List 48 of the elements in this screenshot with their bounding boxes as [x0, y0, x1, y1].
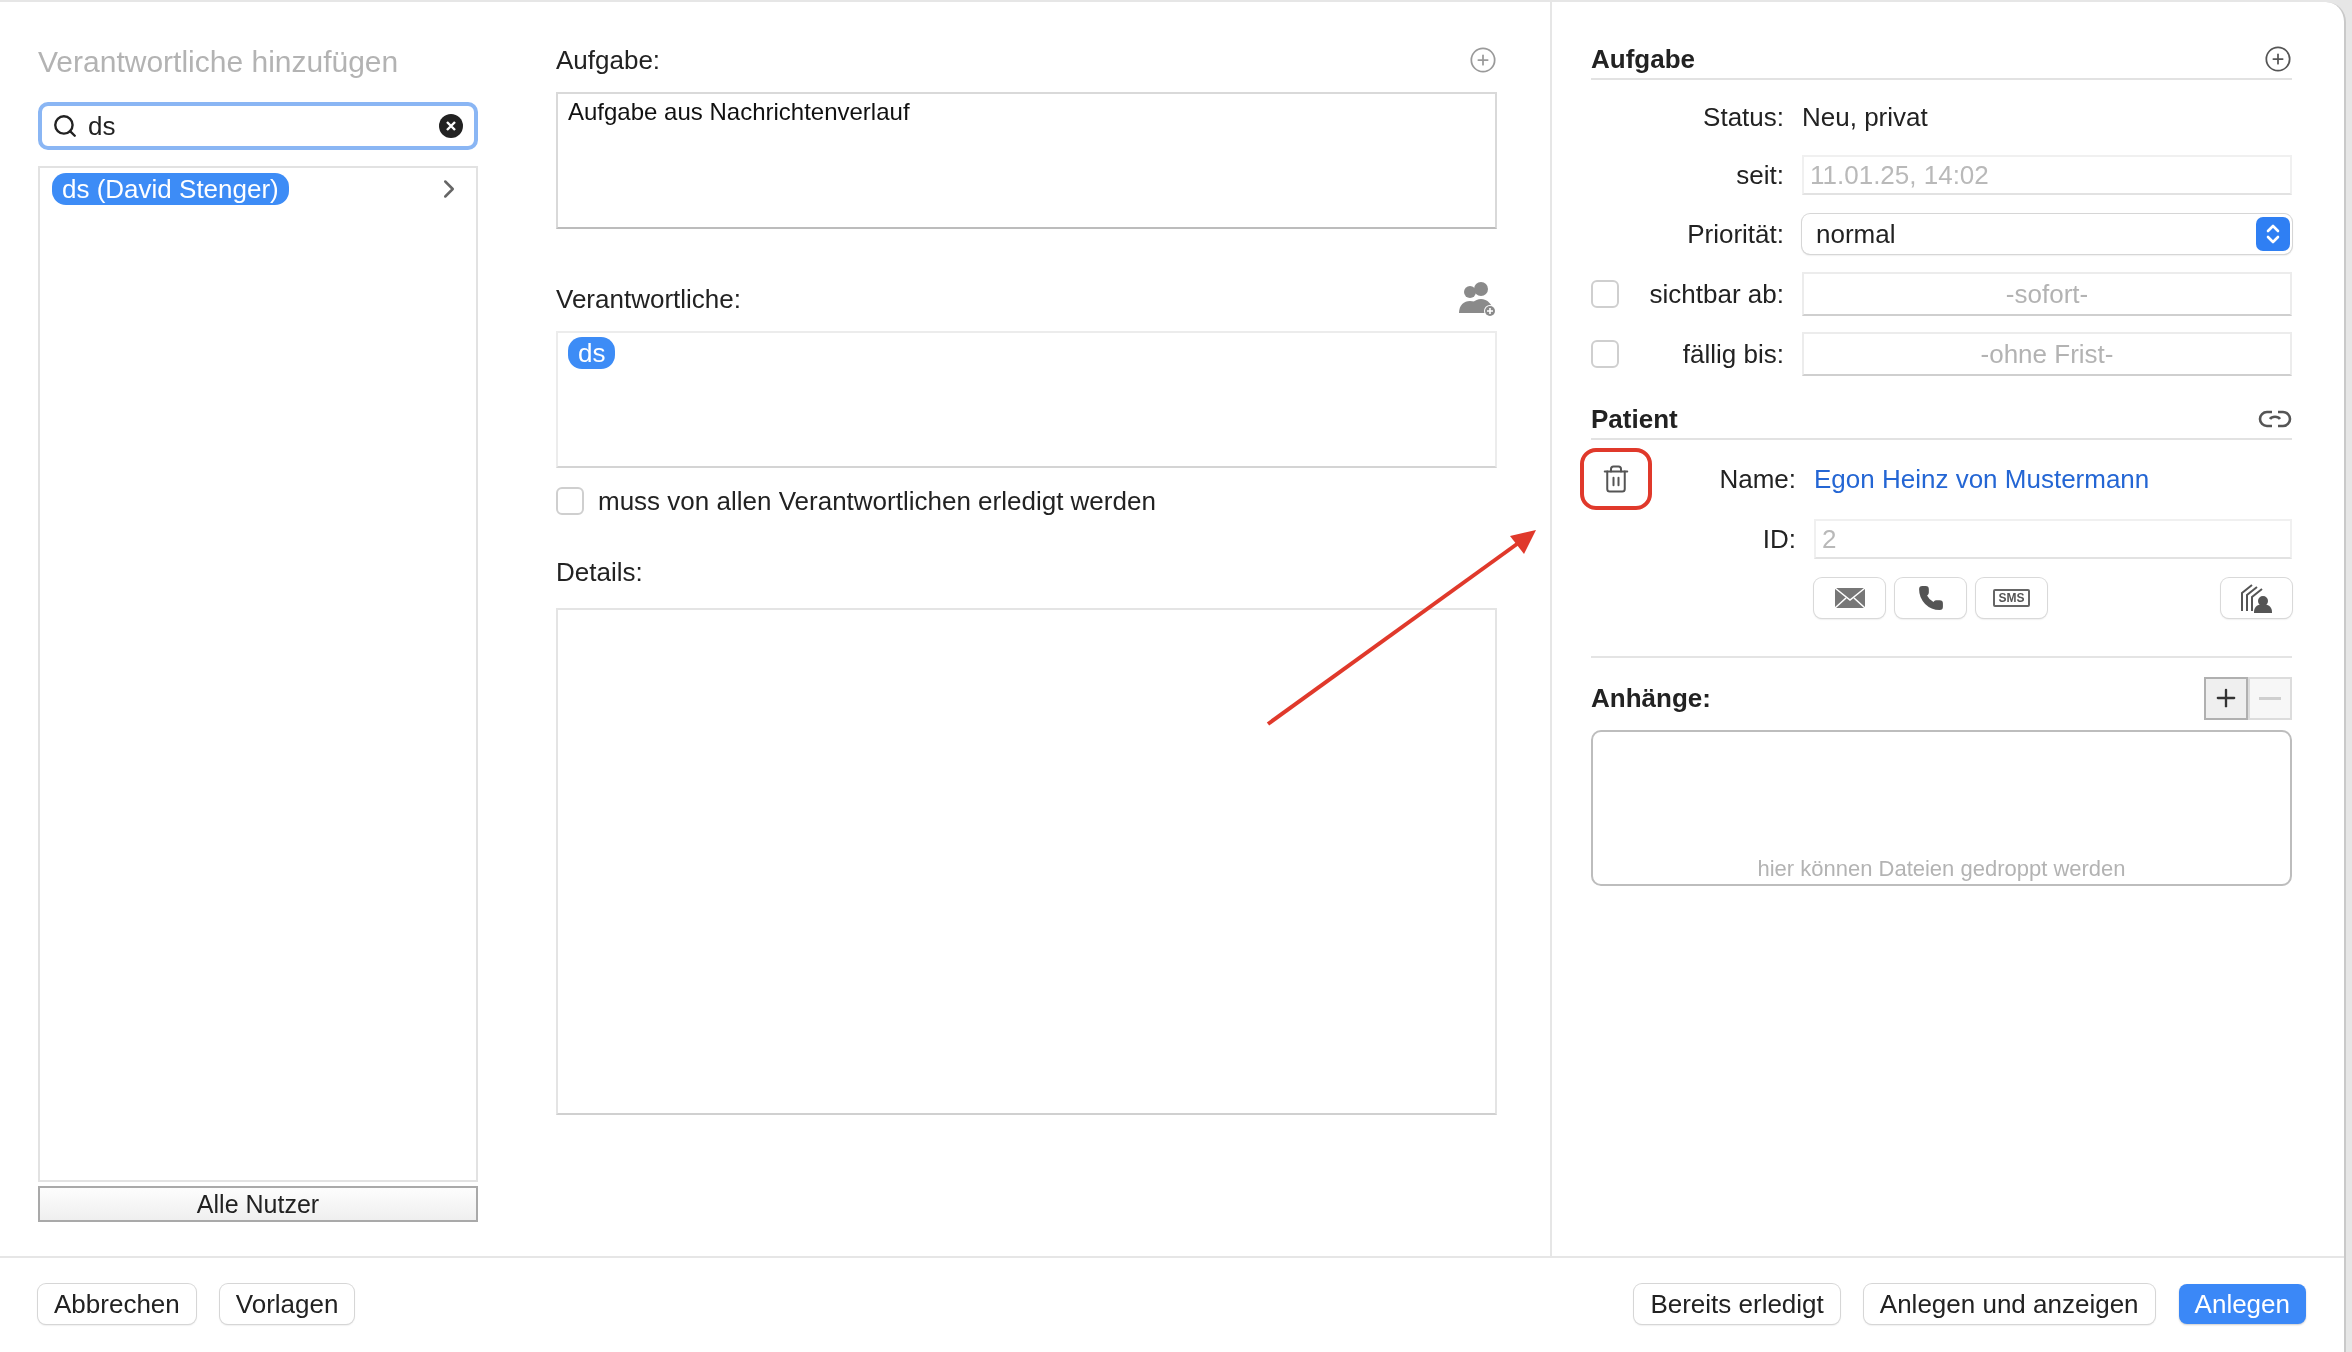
- search-field[interactable]: ds: [38, 102, 478, 150]
- checkbox-label: muss von allen Verantwortlichen erledigt werden: [598, 485, 1156, 517]
- field-label: sichtbar ab:: [1649, 278, 1784, 310]
- users-add-icon[interactable]: [1457, 279, 1497, 319]
- checkbox[interactable]: [556, 487, 584, 515]
- checkbox[interactable]: [1591, 340, 1619, 368]
- task-label: Aufgabe:: [556, 44, 661, 76]
- details-field[interactable]: [556, 608, 1497, 1115]
- status-value: Neu, privat: [1802, 101, 1929, 133]
- trash-icon: [1601, 464, 1631, 494]
- add-icon[interactable]: [2264, 45, 2292, 73]
- drop-hint: hier können Dateien gedroppt werden: [1757, 856, 2126, 882]
- email-button[interactable]: [1814, 578, 1885, 618]
- patient-name-link[interactable]: Egon Heinz von Mustermann: [1814, 463, 2150, 494]
- assignees-label: Verantwortliche:: [556, 283, 741, 315]
- priority-select[interactable]: normal: [1802, 214, 2292, 254]
- sms-button[interactable]: SMS: [1976, 578, 2047, 618]
- footer-button[interactable]: Anlegen und anzeigen: [1863, 1284, 2155, 1324]
- checkbox[interactable]: [1591, 280, 1619, 308]
- footer-button[interactable]: Vorlagen: [219, 1284, 355, 1324]
- search-icon: [52, 113, 78, 139]
- field-label: Status:: [1703, 101, 1784, 133]
- field-label: fällig bis:: [1682, 338, 1784, 370]
- section-title: Patient: [1591, 403, 1678, 435]
- field-label: Name:: [1719, 463, 1796, 495]
- all-users-button[interactable]: Alle Nutzer: [38, 1186, 478, 1222]
- section-title: Anhänge:: [1591, 682, 1711, 714]
- minus-icon: [2259, 696, 2281, 700]
- date-field[interactable]: -sofort-: [1802, 272, 2292, 316]
- chevrons-up-down-icon[interactable]: [2256, 217, 2290, 251]
- field-label: seit:: [1736, 159, 1784, 191]
- details-label: Details:: [556, 556, 643, 588]
- date-field[interactable]: -ohne Frist-: [1802, 332, 2292, 376]
- envelope-icon: [1833, 587, 1866, 609]
- field-label: Priorität:: [1687, 218, 1784, 250]
- section-title: Aufgabe: [1591, 43, 1695, 75]
- add-button[interactable]: [2204, 676, 2248, 720]
- phone-button[interactable]: [1895, 578, 1966, 618]
- phone-icon: [1917, 585, 1944, 611]
- contact-cards-icon: [2239, 583, 2274, 613]
- contacts-button[interactable]: [2221, 578, 2292, 618]
- clear-icon[interactable]: [438, 113, 464, 139]
- footer-button[interactable]: Bereits erledigt: [1634, 1284, 1840, 1324]
- task-field[interactable]: Aufgabe aus Nachrichtenverlauf: [556, 92, 1497, 229]
- delete-button[interactable]: [1580, 448, 1652, 510]
- panel-title: Verantwortliche hinzufügen: [38, 44, 400, 80]
- footer-button[interactable]: Abbrechen: [38, 1284, 196, 1324]
- field-label: ID:: [1762, 523, 1796, 555]
